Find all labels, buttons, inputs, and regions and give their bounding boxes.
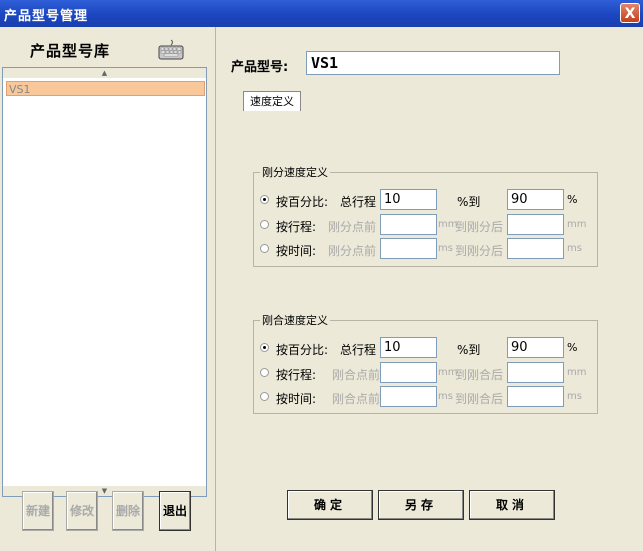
- end-input[interactable]: [507, 386, 564, 407]
- close-time-row: 按时间: 刚合点前 ms 到刚合后 ms: [254, 386, 599, 408]
- end-input[interactable]: 90: [507, 189, 564, 210]
- model-list[interactable]: ▲ VS1 ▼: [2, 67, 207, 497]
- start-input[interactable]: 10: [380, 337, 437, 358]
- mid-hint: 到刚分后: [455, 244, 504, 258]
- close-speed-title: 刚合速度定义: [260, 312, 330, 328]
- unit-label: ms: [567, 243, 582, 254]
- mid-hint: %到: [457, 195, 481, 209]
- close-button[interactable]: X: [620, 3, 640, 23]
- delete-button[interactable]: 删除: [112, 491, 144, 531]
- unit-label: mm: [567, 219, 587, 230]
- save-as-button[interactable]: 另存: [378, 490, 464, 520]
- mid-hint: 到刚合后: [455, 392, 504, 406]
- start-hint: 总行程: [340, 343, 377, 357]
- start-input[interactable]: [380, 386, 437, 407]
- unit-label: %: [567, 193, 578, 206]
- end-input[interactable]: 90: [507, 337, 564, 358]
- end-input[interactable]: [507, 238, 564, 259]
- radio-icon[interactable]: [260, 392, 269, 401]
- edit-button[interactable]: 修改: [66, 491, 98, 531]
- radio-icon[interactable]: [260, 195, 269, 204]
- radio-icon[interactable]: [260, 368, 269, 377]
- option-label: 按百分比:: [276, 195, 329, 209]
- cancel-button[interactable]: 取消: [469, 490, 555, 520]
- library-title: 产品型号库: [30, 42, 111, 60]
- model-library-panel: 产品型号库 ▲ VS1 ▼ 新建 修改 删除 退出: [0, 27, 216, 551]
- option-label: 按行程:: [276, 220, 317, 234]
- start-hint: 刚合点前: [332, 392, 381, 406]
- start-hint: 总行程: [340, 195, 377, 209]
- unit-label: %: [567, 341, 578, 354]
- option-label: 按百分比:: [276, 343, 329, 357]
- open-time-row: 按时间: 刚分点前 ms 到刚分后 ms: [254, 238, 599, 260]
- start-input[interactable]: [380, 214, 437, 235]
- scroll-up-button[interactable]: ▲: [3, 68, 206, 78]
- close-speed-group: 刚合速度定义 按百分比: 总行程 10 %到 90 % 按行程: 刚合点前 mm…: [253, 312, 599, 414]
- open-percent-row: 按百分比: 总行程 10 %到 90 %: [254, 189, 599, 211]
- keyboard-icon[interactable]: [158, 39, 184, 61]
- unit-label: ms: [567, 391, 582, 402]
- start-input[interactable]: [380, 362, 437, 383]
- option-label: 按时间:: [276, 244, 317, 258]
- start-hint: 刚分点前: [328, 244, 377, 258]
- start-hint: 刚分点前: [328, 220, 377, 234]
- radio-icon[interactable]: [260, 343, 269, 352]
- start-input[interactable]: [380, 238, 437, 259]
- model-label: 产品型号:: [231, 60, 289, 75]
- start-hint: 刚合点前: [332, 368, 381, 382]
- window-title: 产品型号管理: [4, 9, 89, 24]
- end-input[interactable]: [507, 362, 564, 383]
- end-input[interactable]: [507, 214, 564, 235]
- new-button[interactable]: 新建: [22, 491, 54, 531]
- model-detail-panel: 产品型号: VS1 速度定义 刚分速度定义 按百分比: 总行程 10 %到 90…: [217, 27, 643, 551]
- mid-hint: 到刚分后: [455, 220, 504, 234]
- model-input[interactable]: VS1: [306, 51, 560, 75]
- unit-label: ms: [438, 391, 453, 402]
- close-stroke-row: 按行程: 刚合点前 mm 到刚合后 mm: [254, 362, 599, 384]
- mid-hint: %到: [457, 343, 481, 357]
- start-input[interactable]: 10: [380, 189, 437, 210]
- exit-button[interactable]: 退出: [159, 491, 191, 531]
- close-percent-row: 按百分比: 总行程 10 %到 90 %: [254, 337, 599, 359]
- ok-button[interactable]: 确定: [287, 490, 373, 520]
- title-bar: 产品型号管理 X: [0, 0, 643, 27]
- open-stroke-row: 按行程: 刚分点前 mm 到刚分后 mm: [254, 214, 599, 236]
- list-item[interactable]: VS1: [6, 81, 205, 96]
- unit-label: ms: [438, 243, 453, 254]
- tab-speed-definition[interactable]: 速度定义: [243, 91, 301, 111]
- mid-hint: 到刚合后: [455, 368, 504, 382]
- radio-icon[interactable]: [260, 220, 269, 229]
- open-speed-title: 刚分速度定义: [260, 164, 330, 180]
- unit-label: mm: [567, 367, 587, 378]
- option-label: 按时间:: [276, 392, 317, 406]
- open-speed-group: 刚分速度定义 按百分比: 总行程 10 %到 90 % 按行程: 刚分点前 mm…: [253, 164, 599, 267]
- radio-icon[interactable]: [260, 244, 269, 253]
- option-label: 按行程:: [276, 368, 317, 382]
